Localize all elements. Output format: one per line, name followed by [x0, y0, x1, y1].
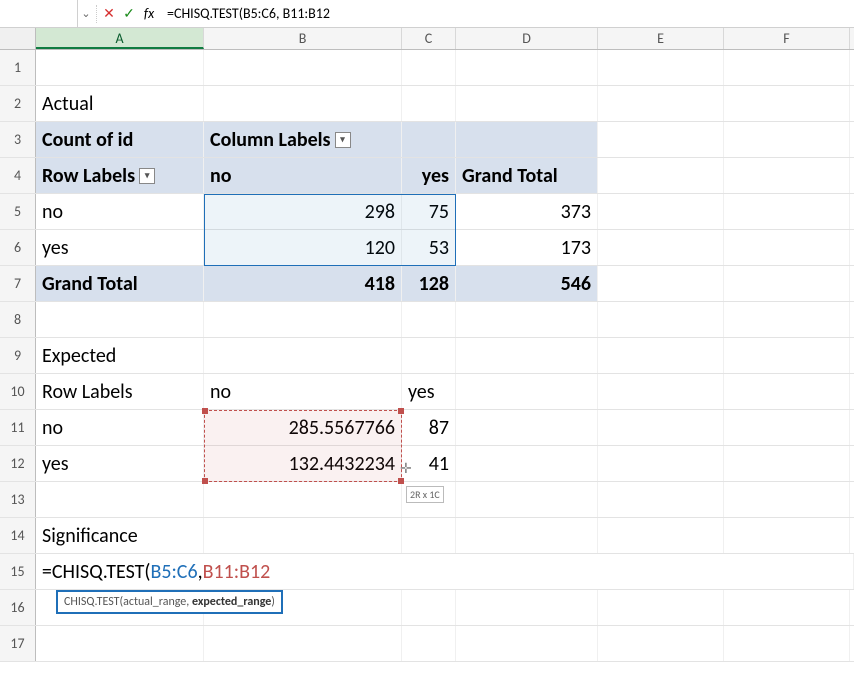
row-header[interactable]: 7 — [0, 266, 36, 301]
cell[interactable]: yes — [36, 230, 204, 265]
col-header-E[interactable]: E — [598, 28, 724, 49]
row-header[interactable]: 16 — [0, 590, 36, 625]
cell[interactable]: 546 — [456, 266, 598, 301]
row-header[interactable]: 5 — [0, 194, 36, 229]
range-pick-cursor-icon: ✛ — [400, 460, 412, 477]
cell[interactable]: 173 — [456, 230, 598, 265]
col-header-D[interactable]: D — [456, 28, 598, 49]
cell[interactable]: no — [36, 194, 204, 229]
row-header[interactable]: 9 — [0, 338, 36, 373]
cell[interactable]: 132.4432234 — [204, 446, 402, 481]
cell[interactable]: Count of id — [36, 122, 204, 157]
function-tooltip[interactable]: CHISQ.TEST(actual_range, expected_range) — [56, 590, 283, 614]
select-all-corner[interactable] — [0, 28, 36, 49]
col-header-F[interactable]: F — [724, 28, 850, 49]
column-headers: A B C D E F — [0, 28, 854, 50]
cell[interactable]: yes — [36, 446, 204, 481]
cell[interactable]: 298 — [204, 194, 402, 229]
cell[interactable]: 53 — [402, 230, 456, 265]
active-formula-cell[interactable]: =CHISQ.TEST(B5:C6, B11:B12 — [36, 554, 854, 589]
pivot-column-dropdown-icon[interactable]: ▾ — [335, 132, 351, 148]
formula-bar: ⌄ ✕ ✓ fx =CHISQ.TEST(B5:C6, B11:B12 — [0, 0, 854, 28]
formula-input[interactable]: =CHISQ.TEST(B5:C6, B11:B12 — [159, 5, 854, 22]
pivot-row-dropdown-icon[interactable]: ▾ — [139, 168, 155, 184]
row-header[interactable]: 17 — [0, 626, 36, 661]
rows: 1 2 Actual 3 Count of id Column Labels▾ … — [0, 50, 854, 662]
name-box-dropdown-icon[interactable]: ⌄ — [78, 7, 94, 20]
spreadsheet-grid: A B C D E F 1 2 Actual 3 Count of id Col… — [0, 28, 854, 662]
col-header-B[interactable]: B — [204, 28, 402, 49]
cell[interactable]: 75 — [402, 194, 456, 229]
row-header[interactable]: 15 — [0, 554, 36, 589]
row-header[interactable]: 14 — [0, 518, 36, 553]
formula-cancel-button[interactable]: ✕ — [99, 5, 119, 22]
row-header[interactable]: 4 — [0, 158, 36, 193]
col-header-C[interactable]: C — [402, 28, 456, 49]
row-header[interactable]: 13 — [0, 482, 36, 517]
fx-button[interactable]: fx — [139, 5, 159, 22]
cell[interactable]: Row Labels — [36, 374, 204, 409]
cell[interactable]: 373 — [456, 194, 598, 229]
cell[interactable]: Column Labels▾ — [204, 122, 402, 157]
cell[interactable] — [36, 50, 204, 85]
cell[interactable]: no — [204, 158, 402, 193]
cell[interactable]: 128 — [402, 266, 456, 301]
name-box[interactable] — [0, 0, 78, 27]
cell[interactable]: no — [204, 374, 402, 409]
cell[interactable]: Grand Total — [456, 158, 598, 193]
cell-actual-label[interactable]: Actual — [36, 86, 204, 121]
row-header[interactable]: 3 — [0, 122, 36, 157]
cell[interactable]: Grand Total — [36, 266, 204, 301]
row-header[interactable]: 10 — [0, 374, 36, 409]
cell[interactable]: Row Labels▾ — [36, 158, 204, 193]
cell-significance-label[interactable]: Significance — [36, 518, 204, 553]
cell[interactable]: 87 — [402, 410, 456, 445]
row-header[interactable]: 2 — [0, 86, 36, 121]
cell[interactable]: 418 — [204, 266, 402, 301]
row-header[interactable]: 11 — [0, 410, 36, 445]
row-header[interactable]: 1 — [0, 50, 36, 85]
cell[interactable]: 120 — [204, 230, 402, 265]
cell[interactable]: 285.5567766 — [204, 410, 402, 445]
cell[interactable]: yes — [402, 158, 456, 193]
cell-expected-label[interactable]: Expected — [36, 338, 204, 373]
row-header[interactable]: 12 — [0, 446, 36, 481]
row-header[interactable]: 6 — [0, 230, 36, 265]
cell[interactable]: no — [36, 410, 204, 445]
col-header-A[interactable]: A — [36, 28, 204, 49]
formula-confirm-button[interactable]: ✓ — [119, 5, 139, 22]
row-header[interactable]: 8 — [0, 302, 36, 337]
cell[interactable]: yes — [402, 374, 456, 409]
range-size-hint: 2R x 1C — [406, 486, 444, 503]
